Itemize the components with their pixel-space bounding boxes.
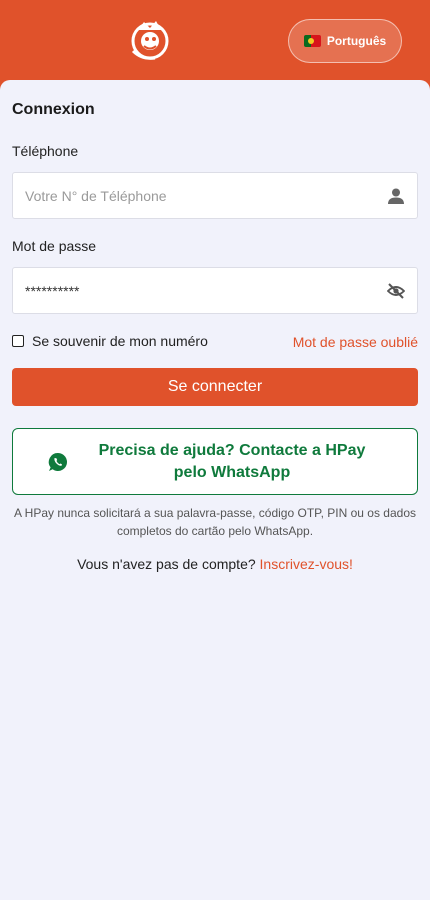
mascot-logo-icon xyxy=(131,21,169,60)
whatsapp-help-button[interactable]: Precisa de ajuda? Contacte a HPay pelo W… xyxy=(12,428,418,495)
whatsapp-icon xyxy=(48,452,67,471)
password-label: Mot de passe xyxy=(12,238,97,254)
language-label: Português xyxy=(326,34,387,48)
remember-me-checkbox[interactable]: Se souvenir de mon numéro xyxy=(12,333,208,349)
signup-prompt-text: Vous n'avez pas de compte? xyxy=(77,556,256,572)
signup-prompt: Vous n'avez pas de compte? Inscrivez-vou… xyxy=(0,556,430,572)
security-disclaimer: A HPay nunca solicitará a sua palavra-pa… xyxy=(13,506,416,538)
user-icon xyxy=(388,188,404,204)
eye-off-icon[interactable] xyxy=(387,282,405,300)
phone-input[interactable] xyxy=(25,173,375,218)
whatsapp-help-label: Precisa de ajuda? Contacte a HPay pelo W… xyxy=(98,441,366,481)
language-selector-button[interactable]: Português xyxy=(288,19,402,63)
checkbox-box[interactable] xyxy=(12,335,24,347)
forgot-password-link[interactable]: Mot de passe oublié xyxy=(293,334,418,350)
password-input[interactable] xyxy=(25,268,375,313)
signup-link[interactable]: Inscrivez-vous! xyxy=(260,556,353,572)
login-card: Connexion Téléphone Mot de passe Se souv… xyxy=(0,80,430,900)
password-field[interactable] xyxy=(12,267,418,314)
page-title: Connexion xyxy=(12,101,95,118)
login-button[interactable]: Se connecter xyxy=(12,368,418,406)
phone-label: Téléphone xyxy=(12,143,79,159)
portugal-flag-icon xyxy=(303,35,321,47)
phone-field[interactable] xyxy=(12,172,418,219)
remember-me-label: Se souvenir de mon numéro xyxy=(32,333,208,349)
